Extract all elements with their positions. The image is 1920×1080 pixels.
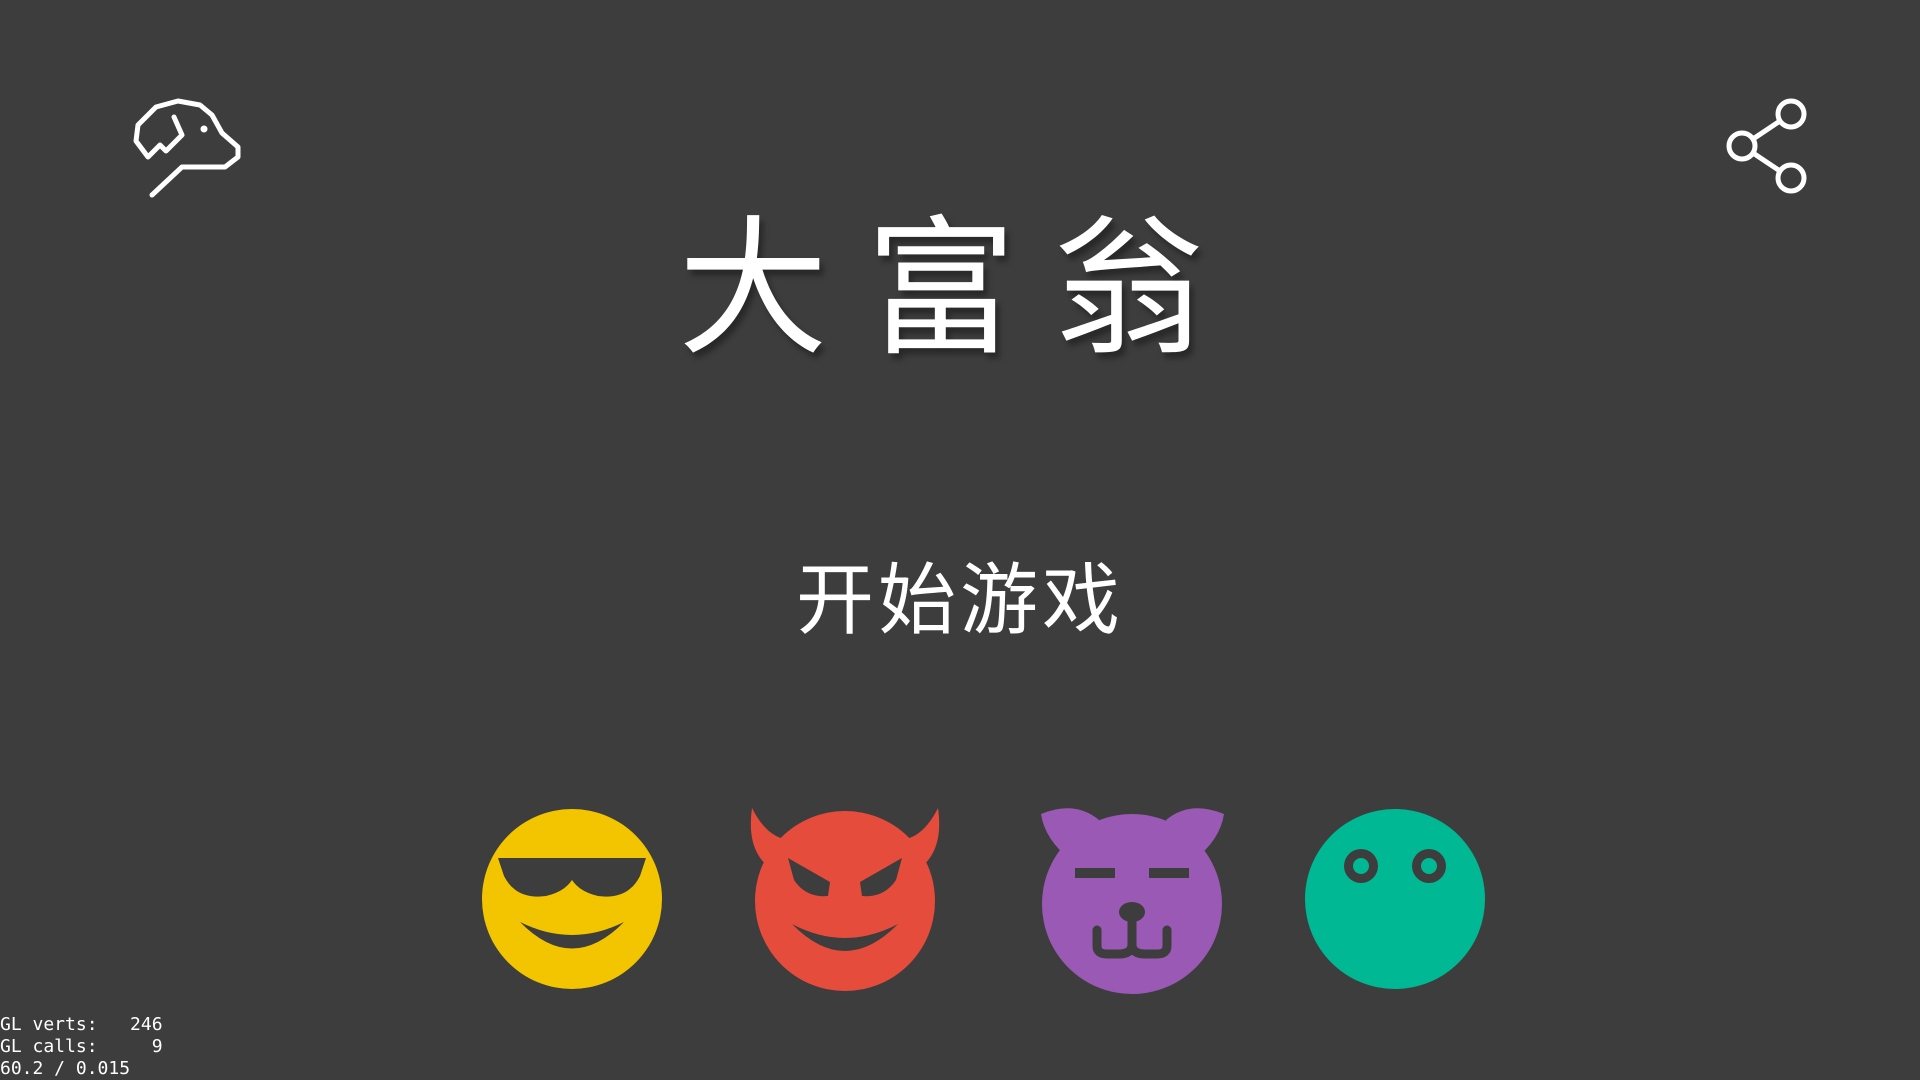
share-icon-graphic xyxy=(1726,98,1807,194)
fps-stat: 60.2 / 0.015 xyxy=(0,1058,131,1079)
gl-calls-stat: GL calls: 9 xyxy=(0,1036,163,1057)
share-icon[interactable] xyxy=(1725,98,1815,194)
game-start-screen: 大富翁 开始游戏 GL verts: 246 GL calls: 9 60.2 … xyxy=(0,0,1920,1080)
frog-face-icon[interactable] xyxy=(1302,800,1488,990)
gl-verts-stat: GL verts: 246 xyxy=(0,1014,163,1035)
game-title: 大富翁 xyxy=(677,203,1242,377)
frog-face-head xyxy=(1305,809,1485,989)
dog-icon-graphic xyxy=(133,98,241,198)
devil-face-head xyxy=(755,811,935,991)
dog-icon[interactable] xyxy=(130,95,250,205)
frog-face-graphic xyxy=(1305,809,1485,989)
sunglasses-face-head xyxy=(482,809,662,989)
bear-face-icon[interactable] xyxy=(1035,800,1230,995)
start-game-button[interactable]: 开始游戏 xyxy=(710,555,1210,649)
player-avatars xyxy=(0,800,1920,1000)
sunglasses-face-icon[interactable] xyxy=(478,800,666,990)
devil-face-graphic xyxy=(750,808,940,991)
bear-face-graphic xyxy=(1041,808,1224,994)
gl-debug-stats: GL verts: 246 GL calls: 9 60.2 / 0.015 xyxy=(0,1014,163,1080)
devil-face-icon[interactable] xyxy=(740,800,950,992)
sunglasses-face-graphic xyxy=(482,809,662,989)
